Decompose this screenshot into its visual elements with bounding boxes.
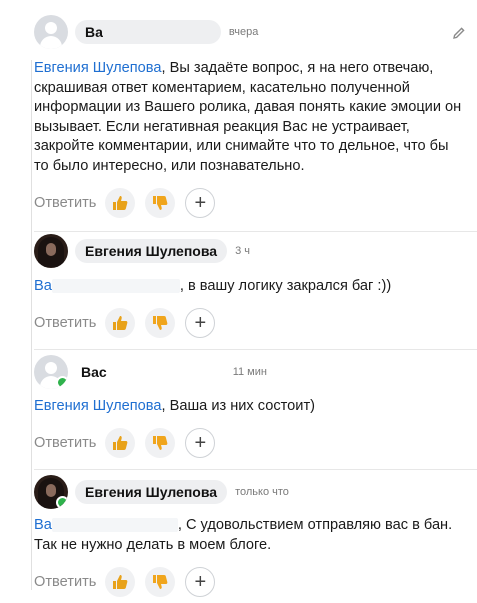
comment-time: 3 ч [235, 245, 250, 257]
online-status-icon [56, 496, 68, 509]
comment-text: Евгения Шулепова, Вы задаёте вопрос, я н… [34, 59, 464, 176]
plus-icon: + [194, 571, 207, 593]
thumbs-up-icon [113, 575, 128, 589]
divider [34, 349, 477, 350]
comment-header: Вас 11 мин [34, 354, 267, 390]
thumbs-down-icon [153, 575, 168, 589]
divider [34, 231, 477, 232]
comment-thread: Ва вчера Евгения Шулепова, Вы задаёте во… [0, 0, 477, 603]
dislike-button[interactable] [145, 428, 176, 458]
comment-time: только что [235, 486, 289, 498]
thumbs-up-icon [113, 196, 128, 210]
dislike-button[interactable] [145, 188, 176, 218]
author-name[interactable]: Вас [75, 360, 225, 384]
comment-time: 11 мин [232, 366, 267, 378]
dislike-button[interactable] [145, 567, 176, 597]
comment-text: Ва, С удовольствием отправляю вас в бан.… [34, 516, 464, 555]
add-reaction-button[interactable]: + [185, 428, 216, 458]
comment-actions: Ответить + [34, 188, 225, 218]
mention-link[interactable]: Евгения Шулепова [34, 60, 161, 76]
thumbs-up-icon [113, 316, 128, 330]
like-button[interactable] [105, 188, 136, 218]
reply-button[interactable]: Ответить [34, 574, 96, 590]
comment-header: Евгения Шулепова 3 ч [34, 233, 250, 269]
dislike-button[interactable] [145, 308, 176, 338]
author-name[interactable]: Евгения Шулепова [75, 480, 228, 504]
reply-button[interactable]: Ответить [34, 195, 96, 211]
default-avatar-icon[interactable] [34, 15, 68, 49]
comment-actions: Ответить + [34, 428, 225, 458]
comment-header: Ва вчера [34, 14, 258, 50]
plus-icon: + [194, 192, 207, 214]
comment-text: Ва , в вашу логику закрался баг :)) [34, 277, 464, 297]
user-avatar[interactable] [34, 234, 68, 268]
comment-text: Евгения Шулепова, Ваша из них состоит) [34, 397, 464, 417]
thumbs-up-icon [113, 436, 128, 450]
comment-time: вчера [228, 26, 259, 38]
divider [34, 469, 477, 470]
thumbs-down-icon [153, 196, 168, 210]
comment-actions: Ответить + [34, 567, 225, 597]
plus-icon: + [194, 312, 207, 334]
author-name[interactable]: Ва [75, 20, 221, 44]
comment-body: , в вашу логику закрался баг :)) [179, 278, 392, 294]
like-button[interactable] [105, 428, 136, 458]
thumbs-down-icon [153, 316, 168, 330]
add-reaction-button[interactable]: + [185, 567, 216, 597]
thread-line [31, 60, 32, 590]
author-name[interactable]: Евгения Шулепова [75, 239, 228, 263]
reply-button[interactable]: Ответить [34, 435, 96, 451]
mention-link[interactable]: Ва [34, 517, 52, 533]
comment-actions: Ответить + [34, 308, 225, 338]
mention-link[interactable]: Евгения Шулепова [34, 398, 161, 414]
comment-body: , Ваша из них состоит) [161, 398, 315, 414]
like-button[interactable] [105, 308, 136, 338]
online-status-icon [56, 376, 68, 389]
comment-body: , Вы задаёте вопрос, я на него отвечаю, … [34, 60, 462, 174]
mention-link[interactable]: Ва [34, 278, 52, 294]
default-avatar-icon[interactable] [34, 355, 68, 389]
reply-button[interactable]: Ответить [34, 315, 96, 331]
thumbs-down-icon [153, 436, 168, 450]
user-avatar[interactable] [34, 475, 68, 509]
comment-header: Евгения Шулепова только что [34, 474, 289, 510]
add-reaction-button[interactable]: + [185, 308, 216, 338]
plus-icon: + [194, 432, 207, 454]
add-reaction-button[interactable]: + [185, 188, 216, 218]
pencil-icon[interactable] [452, 26, 466, 40]
like-button[interactable] [105, 567, 136, 597]
